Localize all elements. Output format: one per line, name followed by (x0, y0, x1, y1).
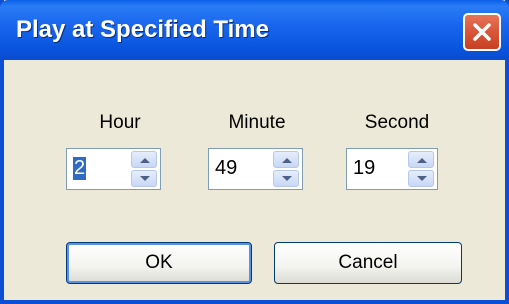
dialog-title: Play at Specified Time (16, 16, 269, 43)
ok-button[interactable]: OK (66, 242, 252, 284)
minute-spin-buttons (273, 151, 299, 187)
arrow-up-icon (282, 158, 292, 163)
dialog-window: Play at Specified Time Hour 2 Minute 49 (0, 0, 509, 304)
second-decrement-button[interactable] (408, 170, 434, 187)
hour-label: Hour (99, 112, 141, 133)
dialog-content: Hour 2 Minute 49 Second 19 OK Cancel (4, 60, 505, 300)
arrow-down-icon (140, 176, 150, 181)
hour-spinner[interactable]: 2 (66, 148, 161, 190)
close-button[interactable] (463, 13, 501, 51)
minute-decrement-button[interactable] (273, 170, 299, 187)
second-spin-buttons (408, 151, 434, 187)
cancel-button[interactable]: Cancel (274, 242, 462, 284)
minute-increment-button[interactable] (273, 151, 299, 168)
hour-increment-button[interactable] (131, 151, 157, 168)
minute-spinner[interactable]: 49 (208, 148, 303, 190)
arrow-down-icon (282, 176, 292, 181)
title-bar[interactable]: Play at Specified Time (0, 0, 509, 60)
hour-decrement-button[interactable] (131, 170, 157, 187)
arrow-up-icon (417, 158, 427, 163)
minute-value[interactable]: 49 (215, 157, 237, 180)
close-icon (473, 23, 491, 41)
second-spinner[interactable]: 19 (346, 148, 438, 190)
second-label: Second (364, 112, 430, 133)
second-increment-button[interactable] (408, 151, 434, 168)
hour-value[interactable]: 2 (73, 157, 87, 180)
arrow-down-icon (417, 176, 427, 181)
second-value[interactable]: 19 (353, 157, 375, 180)
arrow-up-icon (140, 158, 150, 163)
minute-label: Minute (228, 112, 286, 133)
hour-spin-buttons (131, 151, 157, 187)
